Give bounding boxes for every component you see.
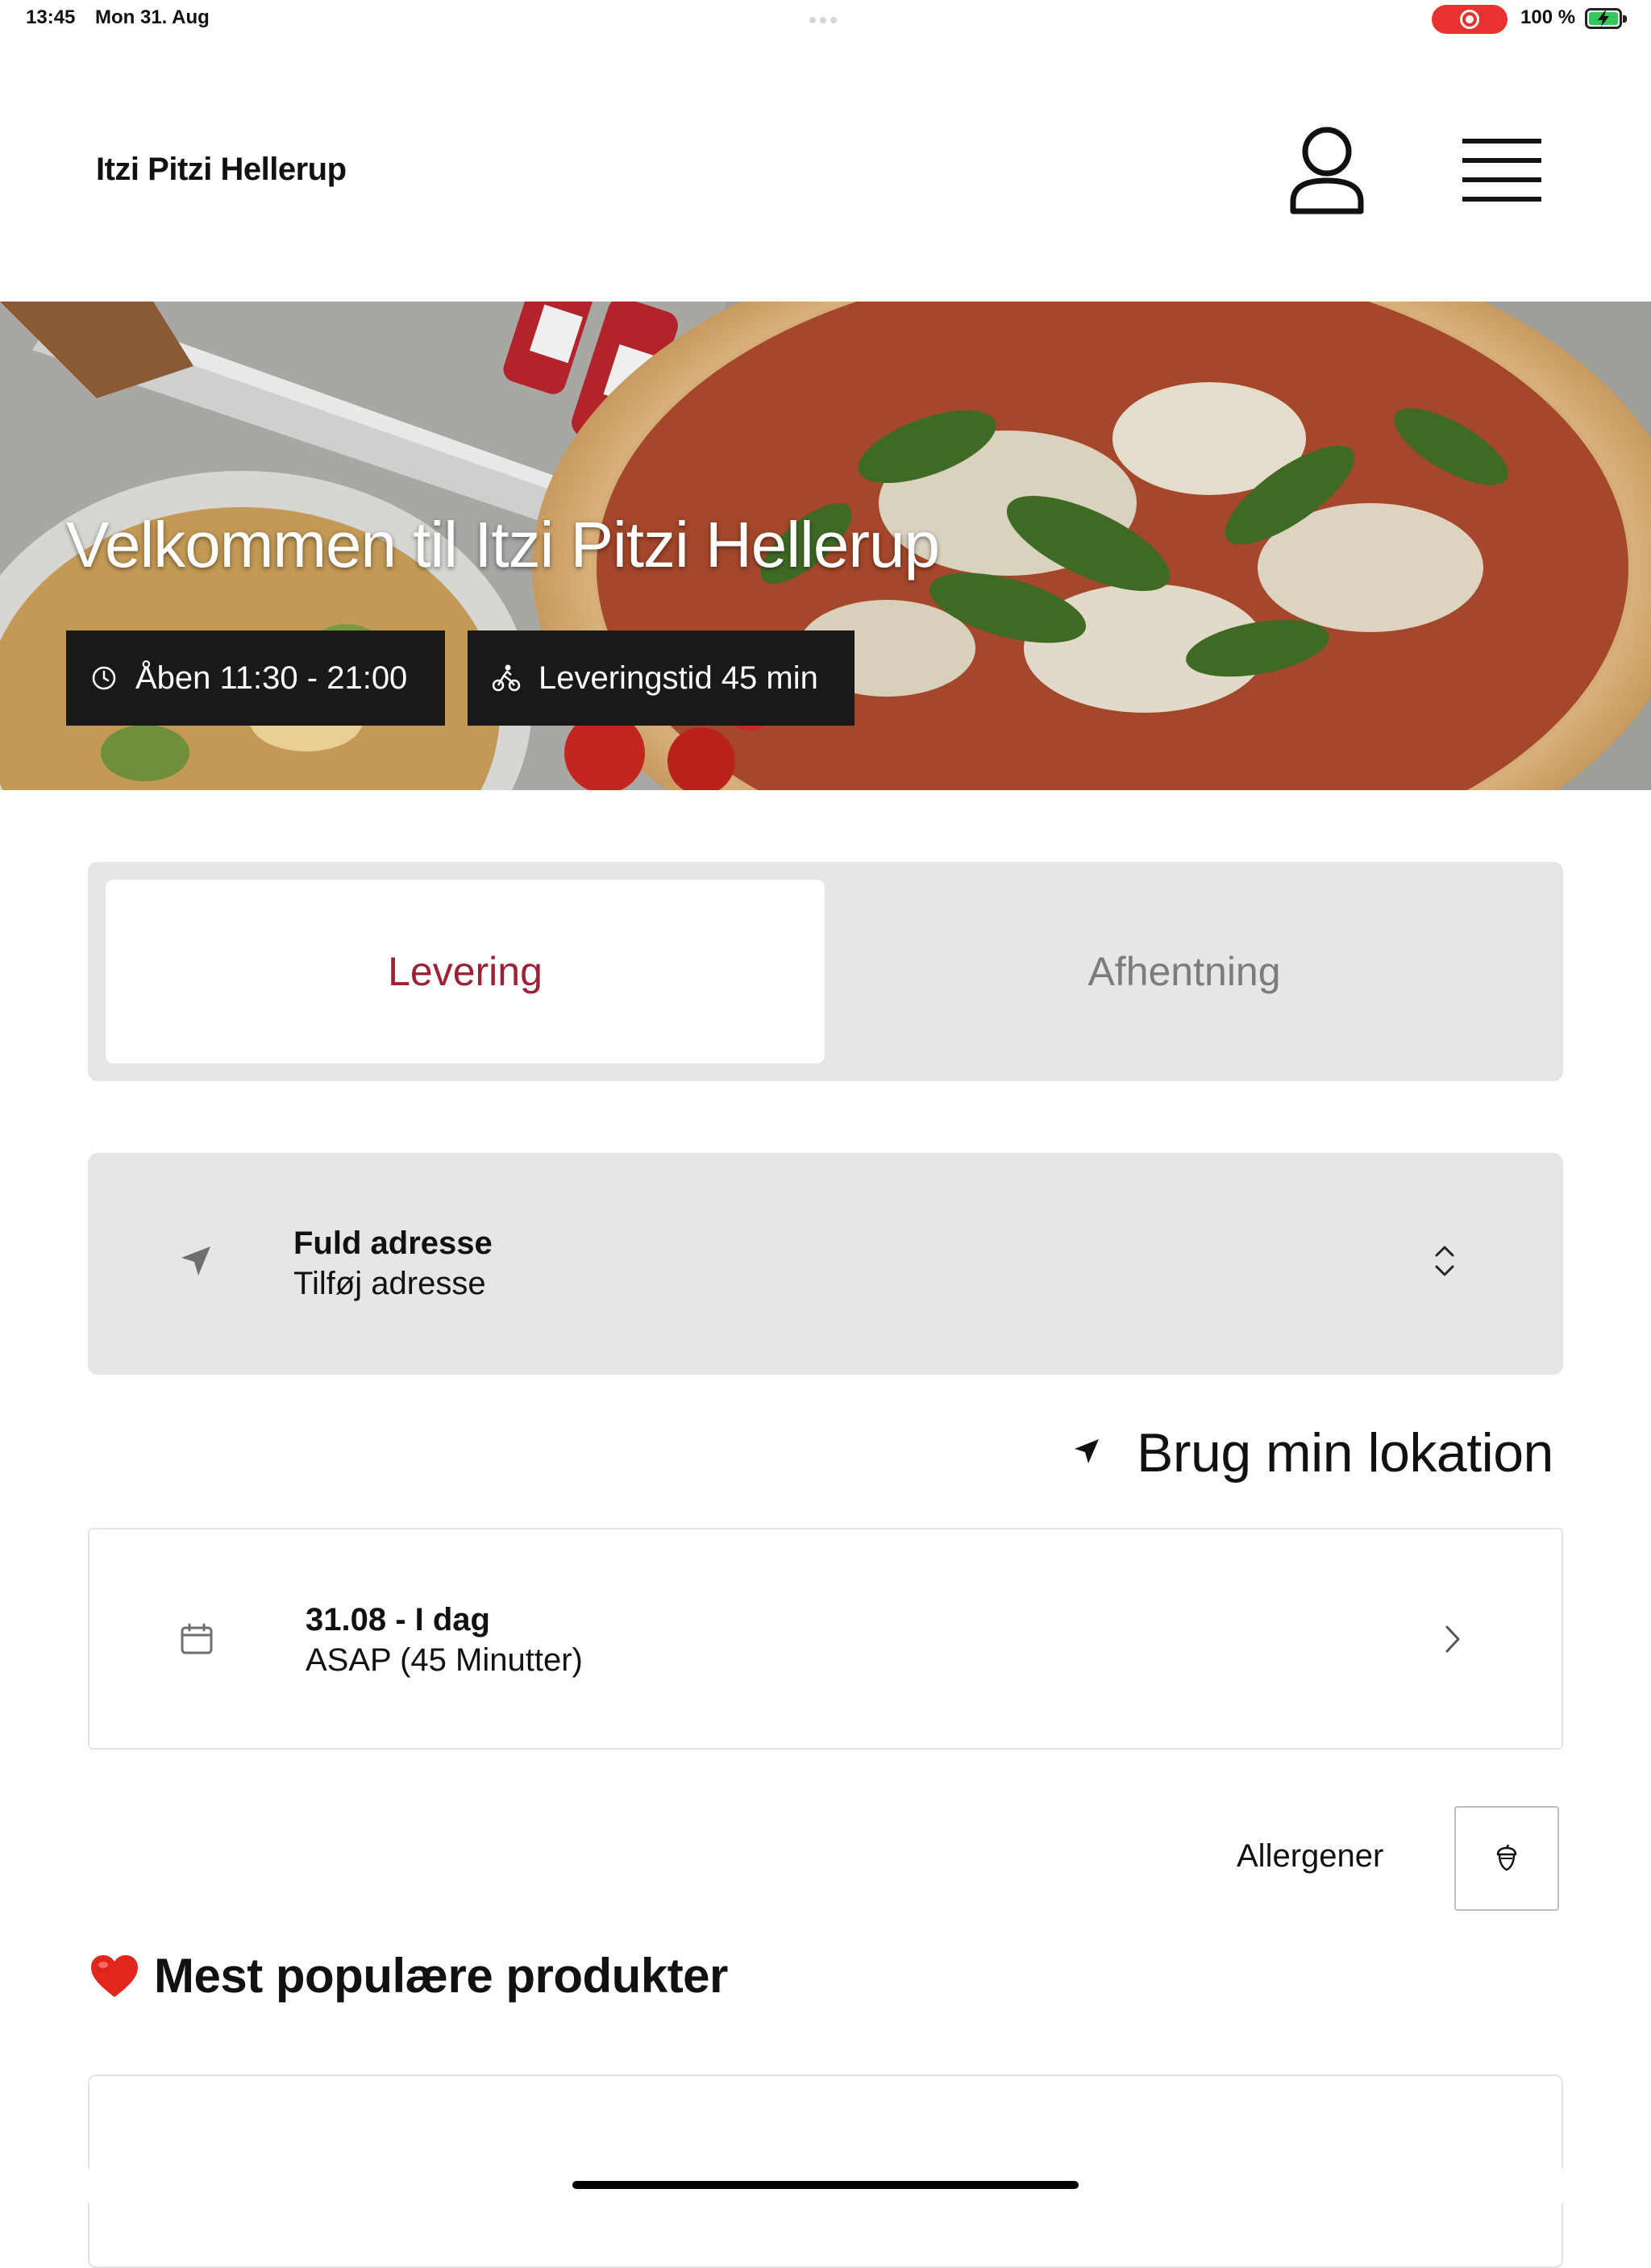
calendar-icon — [180, 1623, 214, 1659]
battery-icon — [1585, 8, 1627, 29]
popular-products-title: Mest populære produkter — [154, 1949, 728, 2003]
delivery-time-text: Leveringstid 45 min — [539, 660, 818, 696]
chevron-right-icon — [1444, 1625, 1462, 1658]
address-selector[interactable]: Fuld adresse Tilføj adresse — [88, 1153, 1563, 1375]
location-arrow-icon — [1072, 1437, 1101, 1470]
restaurant-name[interactable]: Itzi Pitzi Hellerup — [96, 152, 347, 188]
opening-hours-badge: Åben 11:30 - 21:00 — [66, 630, 445, 726]
cyclist-icon — [492, 664, 521, 693]
delivery-eta: ASAP (45 Minutter) — [306, 1642, 583, 1678]
delivery-tab[interactable]: Levering — [106, 880, 825, 1063]
address-title: Fuld adresse — [293, 1226, 493, 1261]
address-placeholder: Tilføj adresse — [293, 1266, 486, 1301]
hero-title: Velkommen til Itzi Pitzi Hellerup — [66, 509, 940, 581]
hamburger-menu-icon[interactable] — [1458, 135, 1546, 206]
clock-icon — [90, 664, 118, 692]
status-bar: 13:45 Mon 31. Aug 100 % — [0, 0, 1651, 39]
use-my-location-button[interactable]: Brug min lokation — [1072, 1421, 1553, 1485]
pickup-tab[interactable]: Afhentning — [825, 880, 1544, 1063]
use-my-location-label: Brug min lokation — [1137, 1422, 1553, 1484]
user-icon — [1290, 127, 1364, 214]
allergens-label: Allergener — [1237, 1838, 1384, 1874]
user-account-button[interactable] — [1288, 124, 1366, 218]
delivery-date: 31.08 - I dag — [306, 1602, 490, 1638]
delivery-time-selector[interactable]: 31.08 - I dag ASAP (45 Minutter) — [88, 1528, 1563, 1750]
home-indicator[interactable] — [572, 2181, 1079, 2189]
delivery-time-badge: Leveringstid 45 min — [468, 630, 855, 726]
acorn-icon — [1496, 1845, 1517, 1871]
allergens-button[interactable] — [1454, 1806, 1559, 1911]
screen-recording-icon[interactable] — [1432, 5, 1508, 34]
heart-icon — [89, 1954, 139, 1999]
chevron-up-down-icon — [1433, 1243, 1457, 1283]
order-type-toggle: Levering Afhentning — [88, 862, 1563, 1081]
battery-percent: 100 % — [1520, 6, 1576, 28]
location-arrow-icon — [178, 1243, 214, 1283]
status-date: Mon 31. Aug — [95, 6, 210, 28]
hero-banner: Velkommen til Itzi Pitzi Hellerup Åben 1… — [0, 302, 1651, 790]
popular-products-heading: Mest populære produkter — [89, 1948, 728, 2004]
status-time: 13:45 — [26, 6, 76, 28]
opening-hours-text: Åben 11:30 - 21:00 — [135, 660, 408, 696]
multitasking-dots-icon[interactable] — [809, 13, 842, 23]
